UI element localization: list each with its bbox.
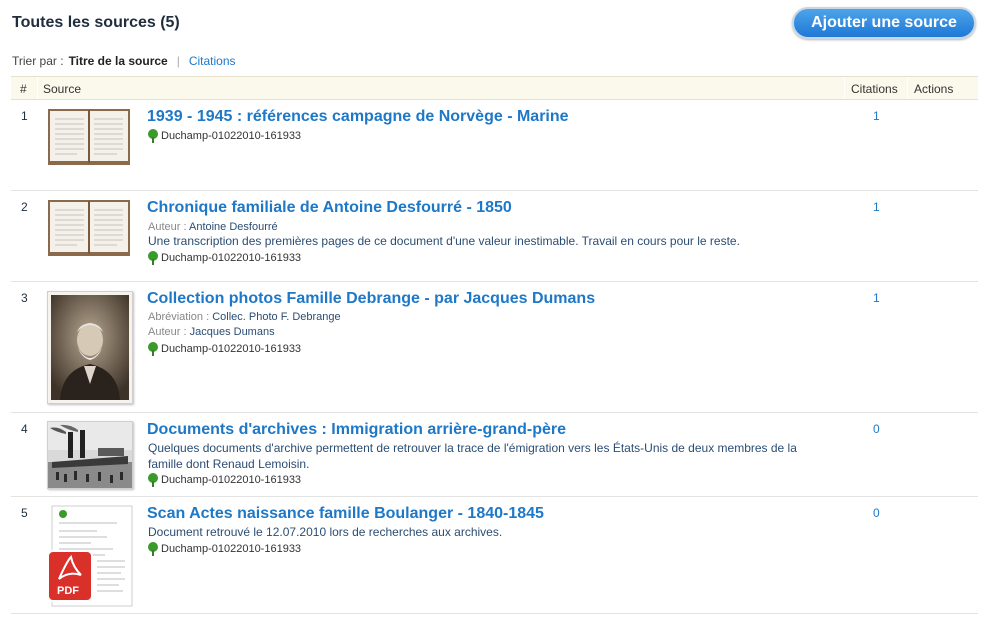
abbreviation-label: Abréviation : — [148, 311, 210, 323]
col-source[interactable]: Source — [43, 82, 81, 96]
col-number: # — [20, 82, 27, 96]
open-book-thumbnail[interactable] — [47, 107, 131, 167]
source-title-link[interactable]: Collection photos Famille Debrange - par… — [147, 290, 595, 308]
tree-name: Duchamp-01022010-161933 — [161, 252, 302, 264]
col-actions: Actions — [914, 82, 954, 96]
source-title-link[interactable]: Documents d'archives : Immigration arriè… — [147, 421, 566, 439]
tree-name: Duchamp-01022010-161933 — [161, 343, 302, 355]
row-number: 5 — [21, 506, 28, 520]
table-row: 5 PDF Scan Actes naissance famille Boula… — [11, 497, 978, 614]
tree-label[interactable]: Duchamp-01022010-161933 — [147, 251, 301, 265]
col-citations[interactable]: Citations — [851, 82, 898, 96]
author-label: Auteur : — [148, 221, 187, 233]
table-row: 3 Collection photos Famille Debrange - p… — [11, 282, 978, 413]
citations-count[interactable]: 0 — [873, 422, 880, 436]
source-description: Document retrouvé le 12.07.2010 lors de … — [148, 525, 503, 539]
sort-label: Trier par : — [12, 54, 64, 68]
citations-count[interactable]: 0 — [873, 506, 880, 520]
table-header: # Source Citations Actions — [11, 76, 978, 100]
abbreviation-value: Collec. Photo F. Debrange — [212, 311, 341, 323]
source-title-link[interactable]: Chronique familiale de Antoine Desfourré… — [147, 199, 512, 217]
author-line: Auteur : Antoine Desfourré — [148, 221, 278, 233]
tree-label[interactable]: Duchamp-01022010-161933 — [147, 129, 301, 143]
abbreviation-line: Abréviation : Collec. Photo F. Debrange — [148, 311, 341, 323]
tree-icon — [148, 129, 158, 143]
row-number: 4 — [21, 422, 28, 436]
pdf-label: PDF — [57, 585, 79, 597]
row-number: 2 — [21, 200, 28, 214]
tree-icon — [148, 342, 158, 356]
col-divider — [907, 77, 908, 99]
row-number: 1 — [21, 109, 28, 123]
author-value: Jacques Dumans — [189, 326, 275, 338]
table-row: 4 Documents d'archives : Immigration arr… — [11, 413, 978, 497]
sort-citations-link[interactable]: Citations — [189, 54, 236, 68]
sort-separator: | — [176, 54, 180, 68]
citations-count[interactable]: 1 — [873, 291, 880, 305]
tree-icon — [148, 251, 158, 265]
tree-icon — [148, 542, 158, 556]
source-title-link[interactable]: Scan Actes naissance famille Boulanger -… — [147, 505, 544, 523]
tree-label[interactable]: Duchamp-01022010-161933 — [147, 342, 301, 356]
tree-label[interactable]: Duchamp-01022010-161933 — [147, 473, 301, 487]
author-line: Auteur : Jacques Dumans — [148, 326, 275, 338]
tree-name: Duchamp-01022010-161933 — [161, 543, 302, 555]
page-title: Toutes les sources (5) — [12, 14, 180, 31]
source-description: Quelques documents d'archive permettent … — [148, 441, 797, 471]
pdf-document-thumbnail[interactable]: PDF — [47, 505, 133, 607]
tree-label[interactable]: Duchamp-01022010-161933 — [147, 542, 301, 556]
table-row: 2 Chronique familiale de Antoine Desfour… — [11, 191, 978, 282]
row-number: 3 — [21, 291, 28, 305]
source-title-link[interactable]: 1939 - 1945 : références campagne de Nor… — [147, 108, 569, 126]
sort-title-active[interactable]: Titre de la source — [69, 54, 168, 68]
add-source-button[interactable]: Ajouter une source — [792, 7, 976, 39]
portrait-photo-thumbnail[interactable] — [47, 291, 133, 404]
tree-icon — [148, 473, 158, 487]
tree-name: Duchamp-01022010-161933 — [161, 474, 302, 486]
tree-name: Duchamp-01022010-161933 — [161, 130, 302, 142]
steamboat-photo-thumbnail[interactable] — [47, 421, 133, 489]
citations-count[interactable]: 1 — [873, 109, 880, 123]
author-label: Auteur : — [148, 326, 187, 338]
sort-bar: Trier par : Titre de la source | Citatio… — [12, 54, 236, 68]
col-divider — [844, 77, 845, 99]
source-description: Une transcription des premières pages de… — [148, 234, 740, 248]
author-value: Antoine Desfourré — [188, 221, 278, 233]
citations-count[interactable]: 1 — [873, 200, 880, 214]
col-divider — [37, 77, 38, 99]
table-row: 1 1939 - 1945 : références campagne de N… — [11, 100, 978, 191]
open-book-thumbnail[interactable] — [47, 198, 131, 258]
